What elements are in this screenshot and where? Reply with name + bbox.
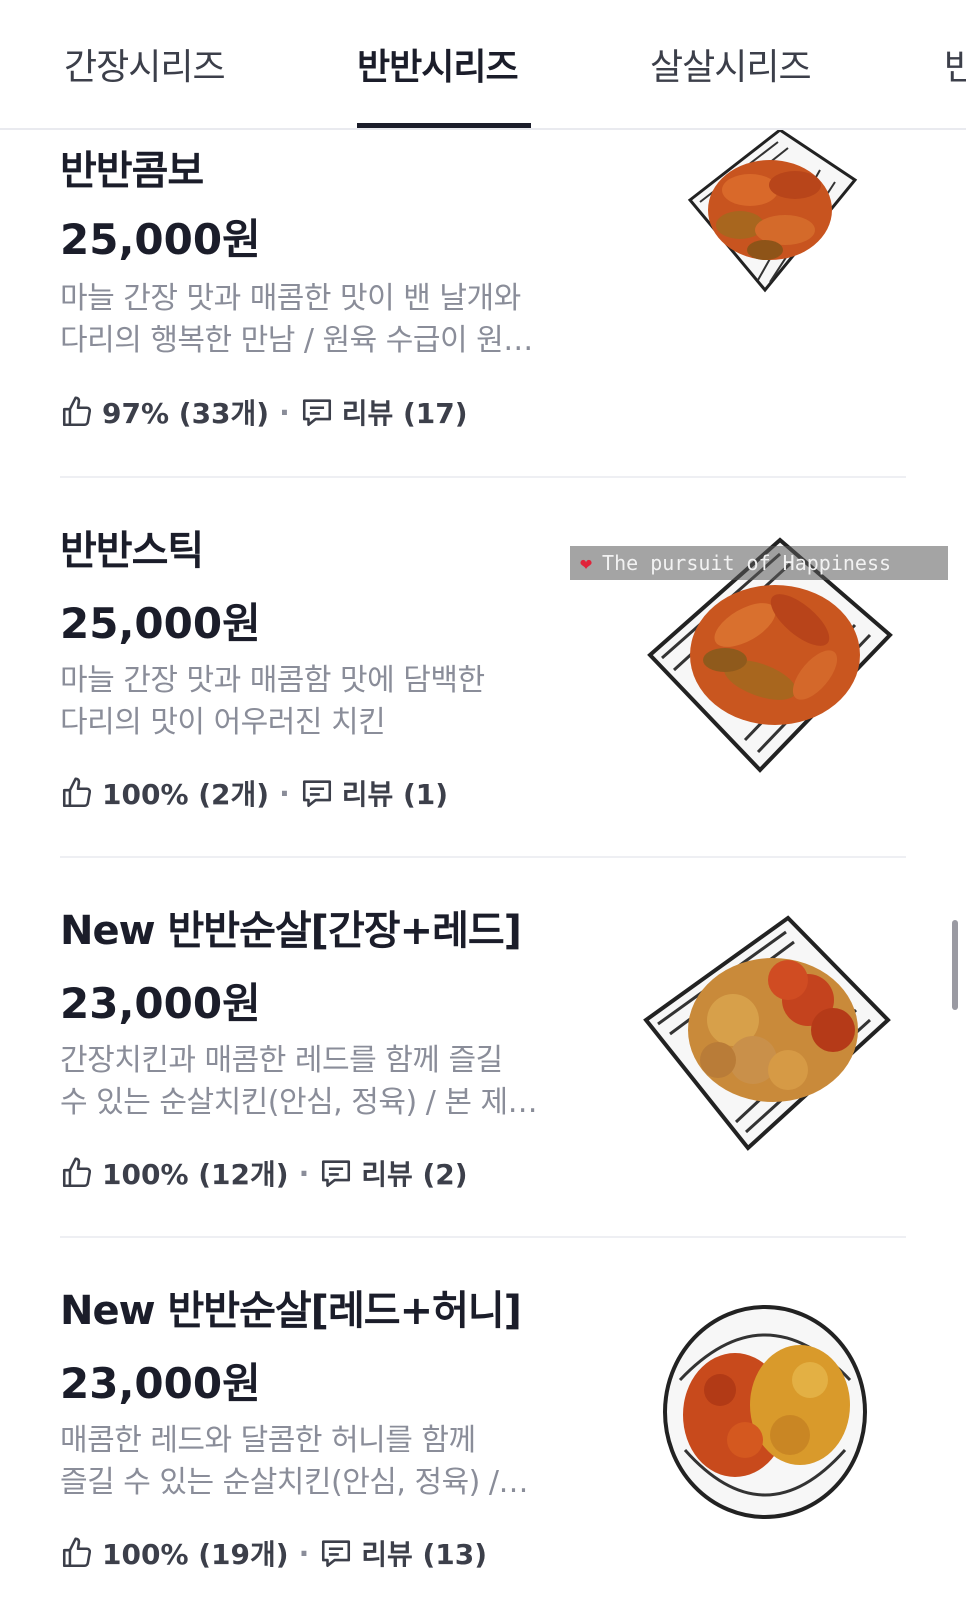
- like-percentage: 100% (2개): [102, 778, 270, 811]
- separator-dot: ·: [298, 1156, 310, 1190]
- item-divider: [60, 856, 906, 858]
- item-description: 마늘 간장 맛과 매콤한 맛이 밴 날개와 다리의 행복한 만남 / 원육 수급…: [60, 278, 580, 362]
- separator-dot: ·: [298, 1536, 310, 1570]
- thumbs-up-icon: [62, 777, 92, 808]
- menu-item-new-banban-boneless-red-honey[interactable]: New 반반순살[레드+허니] 23,000원 매콤한 레드와 달콤한 허니를 …: [0, 1240, 966, 1599]
- separator-dot: ·: [279, 776, 290, 810]
- item-name: 반반스틱: [60, 528, 204, 574]
- item-description-line: 매콤한 레드와 달콤한 허니를 함께: [60, 1423, 476, 1458]
- item-description-line: 다리의 행복한 만남 / 원육 수급이 원…: [60, 323, 533, 358]
- active-tab-indicator: [357, 123, 531, 128]
- category-tab-bar: 간장시리즈 반반시리즈 살살시리즈 반: [0, 0, 966, 130]
- item-description-line: 다리의 맛이 어우러진 치킨: [60, 705, 386, 740]
- review-count[interactable]: 리뷰 (1): [342, 773, 448, 813]
- item-rating-row: 97% (33개) · 리뷰 (17): [60, 392, 468, 432]
- item-description-line: 수 있는 순살치킨(안심, 정육) / 본 제…: [60, 1085, 538, 1120]
- menu-list: 반반콤보 25,000원 마늘 간장 맛과 매콤한 맛이 밴 날개와 다리의 행…: [0, 130, 966, 1599]
- thumbs-up-icon: [62, 396, 92, 427]
- item-rating-row: 100% (12개) · 리뷰 (2): [60, 1153, 468, 1193]
- chicken-boneless-soy-red-image: [643, 915, 891, 1151]
- item-description-line: 마늘 간장 맛과 매콤한 맛이 밴 날개와: [60, 281, 521, 316]
- item-description-line: 즐길 수 있는 순살치킨(안심, 정육) /…: [60, 1465, 529, 1500]
- scrollbar[interactable]: [952, 920, 958, 1010]
- item-name: New 반반순살[간장+레드]: [60, 908, 522, 954]
- item-divider: [60, 476, 906, 478]
- item-description: 간장치킨과 매콤한 레드를 함께 즐길 수 있는 순살치킨(안심, 정육) / …: [60, 1040, 580, 1124]
- chicken-boneless-red-honey-image: [663, 1305, 867, 1519]
- menu-item-new-banban-boneless-soy-red[interactable]: New 반반순살[간장+레드] 23,000원 간장치킨과 매콤한 레드를 함께…: [0, 860, 966, 1240]
- item-price: 25,000원: [60, 215, 261, 264]
- tab-soy-series[interactable]: 간장시리즈: [64, 38, 226, 90]
- watermark-text: The pursuit of Happiness: [602, 551, 892, 575]
- like-percentage: 97% (33개): [102, 397, 270, 430]
- thumbs-up-icon: [62, 1157, 92, 1188]
- item-name: 반반콤보: [60, 148, 204, 194]
- item-name: New 반반순살[레드+허니]: [60, 1288, 522, 1334]
- story-watermark: ❤ The pursuit of Happiness: [570, 546, 948, 580]
- tab-half-half-series[interactable]: 반반시리즈: [357, 38, 519, 90]
- like-percentage: 100% (19개): [102, 1538, 289, 1571]
- comment-icon: [322, 1160, 351, 1188]
- item-price: 23,000원: [60, 1359, 261, 1408]
- item-description-line: 간장치킨과 매콤한 레드를 함께 즐길: [60, 1043, 503, 1078]
- heart-icon: ❤: [580, 551, 593, 575]
- tab-boneless-series[interactable]: 살살시리즈: [650, 38, 812, 90]
- menu-item-banban-combo[interactable]: 반반콤보 25,000원 마늘 간장 맛과 매콤한 맛이 밴 날개와 다리의 행…: [0, 130, 966, 480]
- comment-icon: [302, 780, 331, 808]
- like-percentage: 100% (12개): [102, 1158, 289, 1191]
- separator-dot: ·: [279, 395, 290, 429]
- item-divider: [60, 1236, 906, 1238]
- item-description: 매콤한 레드와 달콤한 허니를 함께 즐길 수 있는 순살치킨(안심, 정육) …: [60, 1420, 580, 1504]
- menu-item-banban-stick[interactable]: 반반스틱 25,000원 마늘 간장 맛과 매콤함 맛에 담백한 다리의 맛이 …: [0, 480, 966, 860]
- review-count[interactable]: 리뷰 (17): [342, 392, 468, 432]
- item-rating-row: 100% (2개) · 리뷰 (1): [60, 773, 448, 813]
- tab-next-series[interactable]: 반: [944, 38, 966, 90]
- item-description-line: 마늘 간장 맛과 매콤함 맛에 담백한: [60, 663, 485, 698]
- comment-icon: [302, 399, 331, 427]
- comment-icon: [322, 1540, 351, 1568]
- item-price: 23,000원: [60, 979, 261, 1028]
- thumbs-up-icon: [62, 1537, 92, 1568]
- item-description: 마늘 간장 맛과 매콤함 맛에 담백한 다리의 맛이 어우러진 치킨: [60, 660, 580, 744]
- item-rating-row: 100% (19개) · 리뷰 (13): [60, 1533, 487, 1573]
- chicken-combo-image: [687, 130, 858, 293]
- review-count[interactable]: 리뷰 (2): [361, 1153, 467, 1193]
- review-count[interactable]: 리뷰 (13): [361, 1533, 487, 1573]
- item-price: 25,000원: [60, 599, 261, 648]
